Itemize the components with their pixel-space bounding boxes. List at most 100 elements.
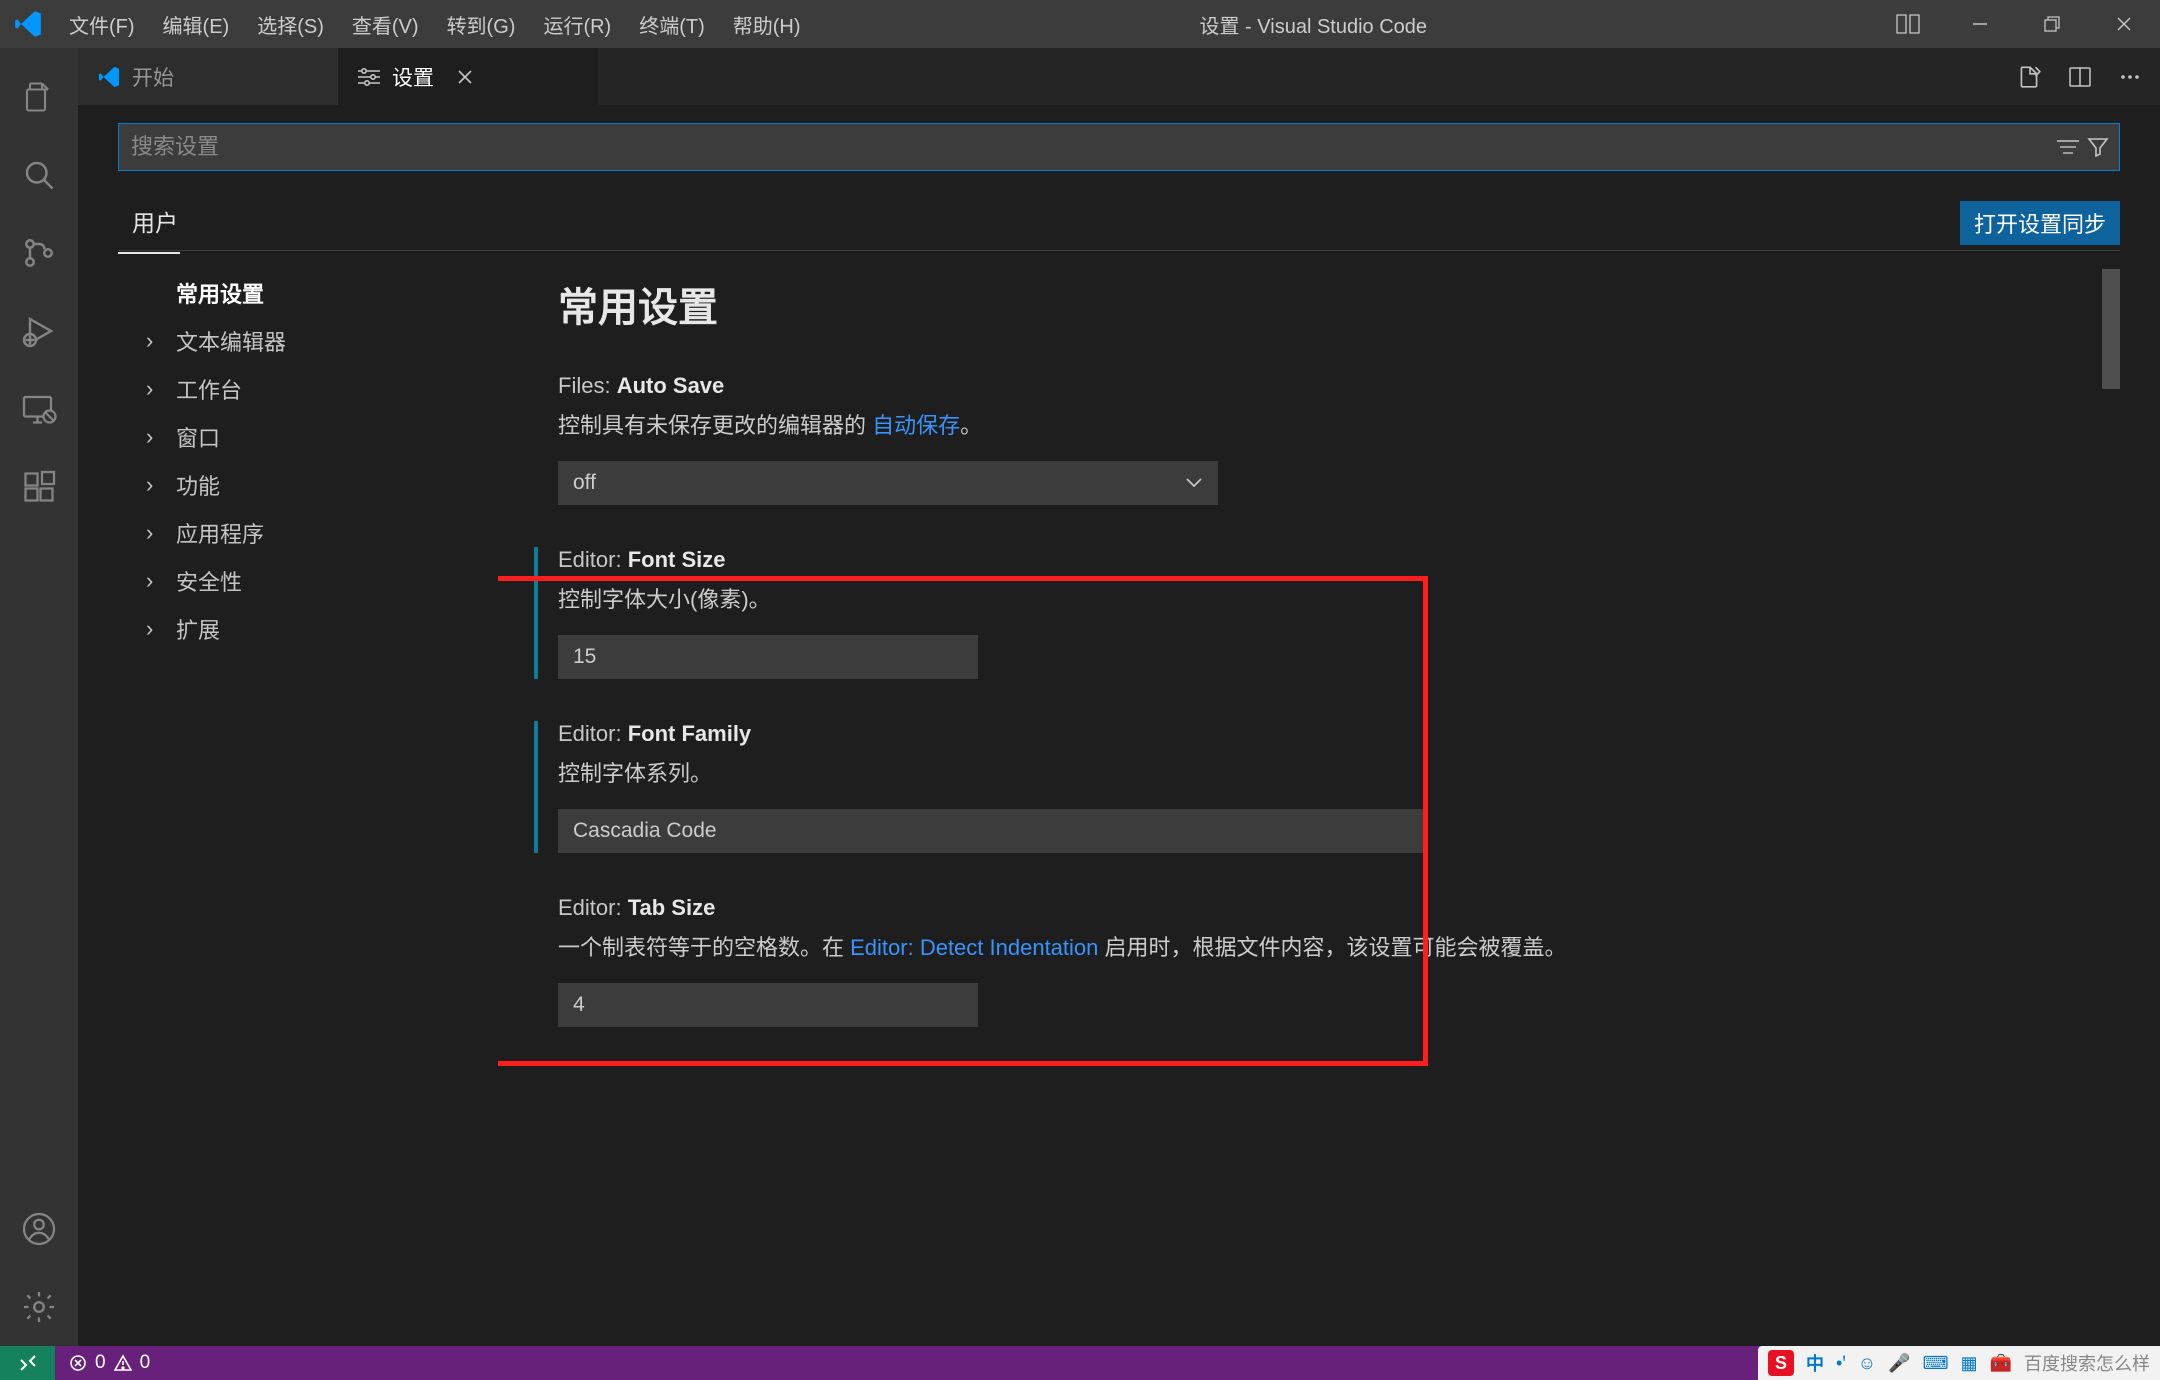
scope-tabs: 用户 打开设置同步 [118,195,2120,251]
setting-editor-tabsize: Editor: Tab Size 一个制表符等于的空格数。在 Editor: D… [558,895,2080,1027]
ime-keyboard-icon[interactable]: ⌨ [1923,1353,1949,1374]
window-controls [1872,0,2160,48]
toc-application[interactable]: ›应用程序 [136,509,497,557]
chevron-right-icon: › [146,616,166,642]
settings-gear-icon[interactable] [0,1268,78,1346]
source-control-icon[interactable] [0,214,78,292]
scrollbar[interactable] [2102,269,2120,1346]
tab-label: 开始 [132,62,174,92]
toc-workbench[interactable]: ›工作台 [136,365,497,413]
menu-bar: 文件(F) 编辑(E) 选择(S) 查看(V) 转到(G) 运行(R) 终端(T… [55,10,815,39]
tabsize-input[interactable]: 4 [558,983,978,1027]
tab-label: 设置 [392,62,434,92]
clear-search-icon[interactable] [2047,139,2077,155]
close-icon[interactable] [446,68,474,86]
settings-sync-button[interactable]: 打开设置同步 [1960,201,2120,245]
fontfamily-input[interactable]: Cascadia Code [558,809,1428,853]
select-value: off [573,471,596,495]
ime-toolbar[interactable]: S 中 •ꞌ ☺ 🎤 ⌨ ▦ 🧰 百度搜索怎么样 [1758,1346,2160,1380]
maximize-button[interactable] [2016,0,2088,48]
toc-features[interactable]: ›功能 [136,461,497,509]
warning-count: 0 [140,1352,151,1374]
chevron-right-icon: › [146,472,166,498]
tab-bar: 开始 设置 [78,48,2160,105]
split-editor-icon[interactable] [2068,65,2092,89]
chevron-right-icon: › [146,568,166,594]
settings-toc: 常用设置 ›文本编辑器 ›工作台 ›窗口 ›功能 ›应用程序 ›安全性 ›扩展 [118,269,498,1346]
setting-description: 控制具有未保存更改的编辑器的 自动保存。 [558,409,2080,443]
setting-description: 控制字体系列。 [558,757,2080,791]
run-debug-icon[interactable] [0,292,78,370]
more-actions-icon[interactable] [2118,65,2142,89]
ime-voice-icon[interactable]: 🎤 [1888,1353,1910,1374]
menu-run[interactable]: 运行(R) [529,10,625,39]
setting-description: 控制字体大小(像素)。 [558,583,2080,617]
autosave-select[interactable]: off [558,461,1218,505]
menu-help[interactable]: 帮助(H) [719,10,815,39]
settings-search[interactable] [118,123,2120,171]
chevron-right-icon: › [146,328,166,354]
settings-list[interactable]: 常用设置 Files: Auto Save 控制具有未保存更改的编辑器的 自动保… [498,269,2120,1346]
chevron-down-icon [1185,477,1203,489]
problems-status[interactable]: 0 0 [55,1352,164,1374]
ime-logo-icon: S [1768,1350,1794,1376]
setting-editor-fontsize: Editor: Font Size 控制字体大小(像素)。 15 [558,547,2080,679]
setting-title: Files: Auto Save [558,373,2080,399]
menu-go[interactable]: 转到(G) [433,10,530,39]
setting-editor-fontfamily: Editor: Font Family 控制字体系列。 Cascadia Cod… [558,721,2080,853]
settings-tab-icon [358,66,380,88]
ime-punct-icon[interactable]: •ꞌ [1836,1353,1846,1374]
toc-security[interactable]: ›安全性 [136,557,497,605]
editor-area: 开始 设置 [78,48,2160,1346]
accounts-icon[interactable] [0,1190,78,1268]
modified-indicator [534,547,538,679]
minimize-button[interactable] [1944,0,2016,48]
section-title: 常用设置 [558,275,2080,333]
setting-title: Editor: Font Size [558,547,2080,573]
search-nav-icon[interactable] [0,136,78,214]
toc-text-editor[interactable]: ›文本编辑器 [136,317,497,365]
chevron-right-icon: › [146,376,166,402]
chevron-right-icon: › [146,520,166,546]
vscode-logo-icon [0,10,55,38]
search-input[interactable] [131,134,2047,160]
vscode-logo-icon [98,66,120,88]
setting-files-autosave: Files: Auto Save 控制具有未保存更改的编辑器的 自动保存。 of… [558,373,2080,505]
modified-indicator [534,721,538,853]
scope-user-tab[interactable]: 用户 [118,192,180,254]
filter-icon[interactable] [2077,136,2107,158]
setting-description: 一个制表符等于的空格数。在 Editor: Detect Indentation… [558,931,2080,965]
layout-toggle-icon[interactable] [1872,0,1944,48]
doc-link[interactable]: Editor: Detect Indentation [850,935,1098,960]
error-count: 0 [95,1352,106,1374]
tab-welcome[interactable]: 开始 [78,48,338,105]
ime-toolbox-icon[interactable]: 🧰 [1990,1353,2012,1374]
toc-extensions[interactable]: ›扩展 [136,605,497,653]
fontsize-input[interactable]: 15 [558,635,978,679]
window-title: 设置 - Visual Studio Code [815,10,1872,39]
toc-commonly-used[interactable]: 常用设置 [136,269,497,317]
toc-window[interactable]: ›窗口 [136,413,497,461]
ime-emoji-icon[interactable]: ☺ [1858,1353,1876,1374]
activity-bar [0,48,78,1346]
remote-explorer-icon[interactable] [0,370,78,448]
tab-settings[interactable]: 设置 [338,48,598,105]
ime-language[interactable]: 中 [1806,1350,1824,1376]
remote-indicator[interactable] [0,1346,55,1380]
ime-skin-icon[interactable]: ▦ [1961,1353,1978,1374]
menu-view[interactable]: 查看(V) [338,10,433,39]
explorer-icon[interactable] [0,58,78,136]
menu-terminal[interactable]: 终端(T) [625,10,719,39]
menu-file[interactable]: 文件(F) [55,10,149,39]
open-settings-json-icon[interactable] [2016,64,2042,90]
setting-title: Editor: Tab Size [558,895,2080,921]
close-button[interactable] [2088,0,2160,48]
menu-selection[interactable]: 选择(S) [243,10,338,39]
extensions-icon[interactable] [0,448,78,526]
menu-edit[interactable]: 编辑(E) [149,10,244,39]
ime-hint: 百度搜索怎么样 [2024,1350,2150,1376]
setting-title: Editor: Font Family [558,721,2080,747]
chevron-right-icon: › [146,424,166,450]
doc-link[interactable]: 自动保存 [872,413,960,438]
settings-editor: 用户 打开设置同步 常用设置 ›文本编辑器 ›工作台 ›窗口 ›功能 ›应用程序… [78,105,2160,1346]
